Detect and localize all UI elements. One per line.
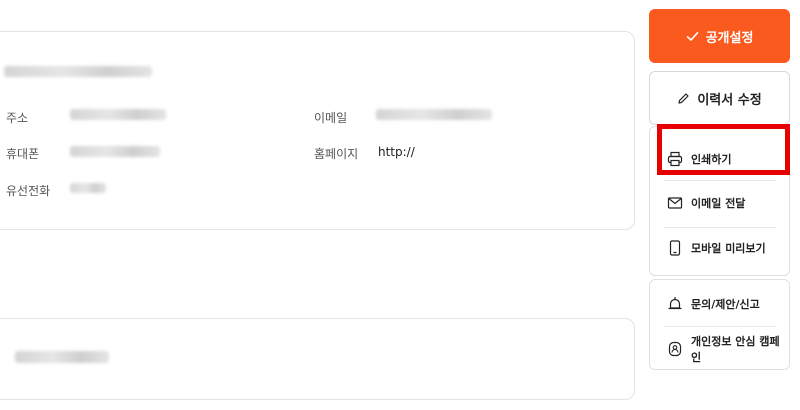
- check-icon: [686, 30, 699, 43]
- report-label: 문의/제안/신고: [691, 298, 760, 311]
- email-forward-menu-item[interactable]: 이메일 전달: [650, 183, 789, 223]
- mobile-label: 휴대폰: [6, 147, 40, 161]
- privacy-campaign-label: 개인정보 안심 캠페인: [691, 335, 780, 364]
- mobile-preview-label: 모바일 미리보기: [691, 242, 766, 255]
- blurred-mobile: [70, 146, 160, 157]
- blurred-section-title: [15, 351, 109, 363]
- menu-divider: [664, 326, 776, 327]
- report-menu-item[interactable]: 문의/제안/신고: [650, 284, 789, 324]
- mobile-preview-menu-item[interactable]: 모바일 미리보기: [650, 228, 789, 268]
- email-label: 이메일: [314, 111, 348, 125]
- privacy-campaign-menu-item[interactable]: 개인정보 안심 캠페인: [650, 329, 789, 369]
- publish-settings-button[interactable]: 공개설정: [649, 9, 790, 63]
- address-label: 주소: [6, 111, 29, 125]
- mail-icon: [667, 195, 683, 211]
- homepage-value[interactable]: http://: [378, 145, 415, 159]
- printer-icon: [667, 151, 683, 167]
- mobile-icon: [667, 240, 683, 256]
- privacy-shield-icon: [667, 341, 683, 357]
- email-forward-label: 이메일 전달: [691, 197, 746, 210]
- blurred-landline: [70, 183, 106, 193]
- resume-actions-panel: 인쇄하기 이메일 전달 모바일 미리보기: [649, 126, 790, 276]
- edit-resume-button[interactable]: 이력서 수정: [649, 71, 790, 125]
- blurred-name: [4, 66, 152, 77]
- print-label: 인쇄하기: [691, 153, 732, 166]
- secondary-card: [0, 318, 635, 400]
- pencil-icon: [677, 92, 690, 105]
- landline-label: 유선전화: [6, 184, 51, 198]
- profile-info-card: 주소 휴대폰 유선전화 이메일 홈페이지 http://: [0, 31, 635, 230]
- bell-icon: [667, 296, 683, 312]
- support-panel: 문의/제안/신고 개인정보 안심 캠페인: [649, 279, 790, 370]
- print-menu-item[interactable]: 인쇄하기: [650, 139, 789, 179]
- blurred-email: [376, 109, 492, 120]
- menu-divider: [664, 180, 776, 181]
- edit-resume-label: 이력서 수정: [697, 92, 762, 108]
- blurred-address: [70, 109, 166, 120]
- publish-settings-label: 공개설정: [705, 30, 754, 46]
- homepage-label: 홈페이지: [314, 147, 359, 161]
